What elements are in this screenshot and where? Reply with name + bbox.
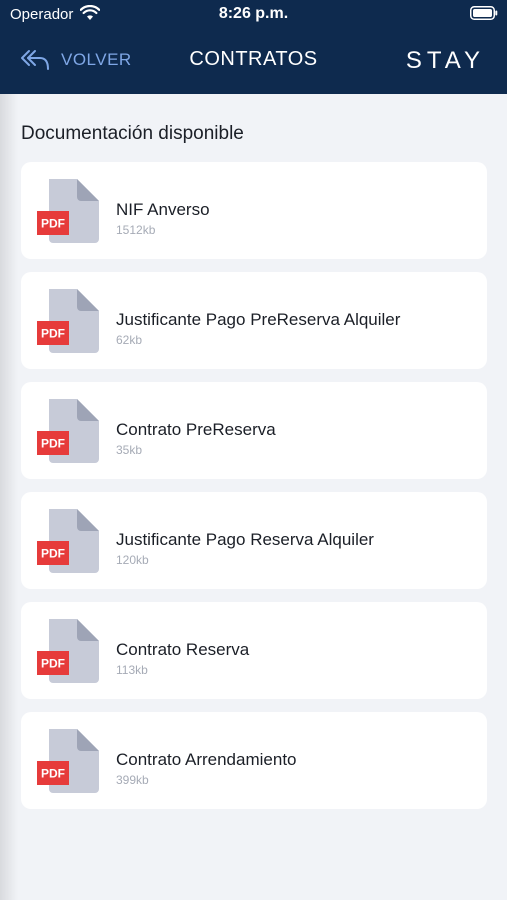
pdf-badge-label: PDF xyxy=(41,767,65,781)
pdf-badge-label: PDF xyxy=(41,327,65,341)
document-size: 62kb xyxy=(116,333,143,347)
status-time: 8:26 p.m. xyxy=(218,5,289,22)
document-size: 113kb xyxy=(116,663,148,677)
pdf-file-icon: PDF xyxy=(37,399,99,463)
navigation-bar: VOLVER CONTRATOS STAY xyxy=(0,30,507,94)
document-card[interactable]: PDF Contrato Reserva 113kb xyxy=(21,602,487,699)
document-list: PDF NIF Anverso 1512kb PDF Justificante … xyxy=(21,162,487,822)
pdf-badge-label: PDF xyxy=(41,217,65,231)
document-name: Justificante Pago Reserva Alquiler xyxy=(116,530,374,549)
document-name: Justificante Pago PreReserva Alquiler xyxy=(116,310,401,329)
pdf-file-icon: PDF xyxy=(37,619,99,683)
document-size: 120kb xyxy=(116,553,149,567)
document-name: Contrato PreReserva xyxy=(116,420,276,439)
battery-icon xyxy=(470,6,498,20)
app-screen: Operador 8:26 p.m. VOLVER CONTRATOS STAY… xyxy=(0,0,507,900)
edge-shadow xyxy=(0,94,18,900)
document-card[interactable]: PDF Contrato Arrendamiento 399kb xyxy=(21,712,487,809)
document-card[interactable]: PDF Justificante Pago PreReserva Alquile… xyxy=(21,272,487,369)
section-title: Documentación disponible xyxy=(21,123,244,144)
document-name: NIF Anverso xyxy=(116,200,210,219)
pdf-file-icon: PDF xyxy=(37,509,99,573)
pdf-file-icon: PDF xyxy=(37,729,99,793)
pdf-file-icon: PDF xyxy=(37,179,99,243)
pdf-file-icon: PDF xyxy=(37,289,99,353)
pdf-badge-label: PDF xyxy=(41,437,65,451)
document-card[interactable]: PDF NIF Anverso 1512kb xyxy=(21,162,487,259)
document-name: Contrato Reserva xyxy=(116,640,250,659)
status-bar: Operador 8:26 p.m. xyxy=(0,0,507,30)
document-size: 1512kb xyxy=(116,223,156,237)
pdf-badge-label: PDF xyxy=(41,547,65,561)
document-size: 35kb xyxy=(116,443,143,457)
pdf-badge-label: PDF xyxy=(41,657,65,671)
app-header: Operador 8:26 p.m. VOLVER CONTRATOS STAY xyxy=(0,0,507,94)
stay-logo: STAY xyxy=(405,47,485,74)
document-size: 399kb xyxy=(116,773,149,787)
document-card[interactable]: PDF Justificante Pago Reserva Alquiler 1… xyxy=(21,492,487,589)
document-card[interactable]: PDF Contrato PreReserva 35kb xyxy=(21,382,487,479)
document-name: Contrato Arrendamiento xyxy=(116,750,297,769)
